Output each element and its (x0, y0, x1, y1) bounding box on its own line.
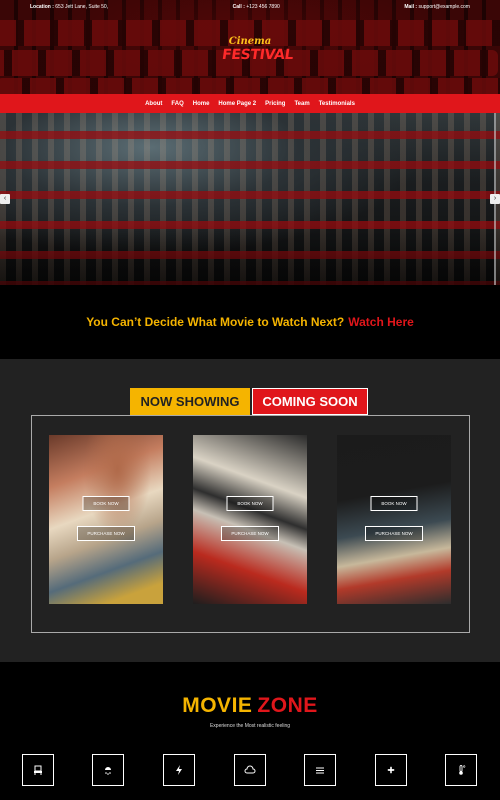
movie-zone-section: MOVIE ZONE Experience the Most realistic … (0, 662, 500, 800)
chevron-right-icon[interactable]: › (490, 194, 500, 204)
purchase-now-button[interactable]: PURCHASE NOW (365, 526, 423, 541)
call-info[interactable]: Call : +123 456 7890 (233, 4, 280, 10)
movie-poster[interactable]: BOOK NOW PURCHASE NOW (193, 435, 307, 604)
nav-item-team[interactable]: Team (294, 101, 309, 107)
movies-section: NOW SHOWING COMING SOON BOOK NOW PURCHAS… (0, 359, 500, 662)
movie-poster[interactable]: BOOK NOW PURCHASE NOW (49, 435, 163, 604)
book-now-button[interactable]: BOOK NOW (82, 496, 130, 511)
nav-item-pricing[interactable]: Pricing (265, 101, 285, 107)
purchase-now-button[interactable]: PURCHASE NOW (77, 526, 135, 541)
logo-line1: Cinema (228, 36, 272, 47)
tab-coming-soon[interactable]: COMING SOON (252, 388, 368, 415)
thermometer-icon (445, 754, 477, 786)
movie-grid: BOOK NOW PURCHASE NOW BOOK NOW PURCHASE … (31, 415, 470, 633)
title-part-b: ZONE (257, 694, 318, 717)
movie-zone-subtitle: Experience the Most realistic feeling (209, 723, 291, 729)
tagline-question: You Can’t Decide What Movie to Watch Nex… (86, 315, 345, 329)
seat-row-decoration (0, 78, 500, 94)
location-info: Location : 653 Jett Lane, Suite 50, (30, 4, 109, 10)
slider-fade (0, 225, 500, 285)
tab-now-showing[interactable]: NOW SHOWING (130, 388, 250, 415)
nav-item-testimonials[interactable]: Testimonials (319, 101, 355, 107)
nav-item-faq[interactable]: FAQ (171, 101, 183, 107)
movie-poster[interactable]: BOOK NOW PURCHASE NOW (337, 435, 451, 604)
nav-item-about[interactable]: About (145, 101, 162, 107)
snow-icon (92, 754, 124, 786)
tagline-section: You Can’t Decide What Movie to Watch Nex… (0, 285, 500, 359)
poster-image (193, 435, 307, 604)
poster-image (49, 435, 163, 604)
contact-topbar: Location : 653 Jett Lane, Suite 50, Call… (0, 0, 500, 14)
purchase-now-button[interactable]: PURCHASE NOW (221, 526, 279, 541)
poster-image (337, 435, 451, 604)
movie-zone-title: MOVIE ZONE (0, 694, 500, 718)
wind-icon (304, 754, 336, 786)
seat-icon (22, 754, 54, 786)
mail-info[interactable]: Mail : support@example.com (404, 4, 470, 10)
bolt-icon (163, 754, 195, 786)
site-logo[interactable]: Cinema FESTIVAL (220, 36, 295, 76)
logo-line2: FESTIVAL (220, 47, 295, 63)
title-part-a: MOVIE (182, 694, 253, 717)
hero-slider: ‹ › (0, 113, 500, 285)
nav-item-home-page-2[interactable]: Home Page 2 (218, 101, 256, 107)
book-now-button[interactable]: BOOK NOW (226, 496, 274, 511)
watch-here-link[interactable]: Watch Here (348, 315, 414, 329)
cloud-icon (234, 754, 266, 786)
fan-icon (375, 754, 407, 786)
movie-tabs: NOW SHOWING COMING SOON (130, 388, 368, 415)
chevron-left-icon[interactable]: ‹ (0, 194, 10, 204)
nav-item-home[interactable]: Home (193, 101, 210, 107)
book-now-button[interactable]: BOOK NOW (370, 496, 418, 511)
main-nav: About FAQ Home Home Page 2 Pricing Team … (0, 94, 500, 113)
